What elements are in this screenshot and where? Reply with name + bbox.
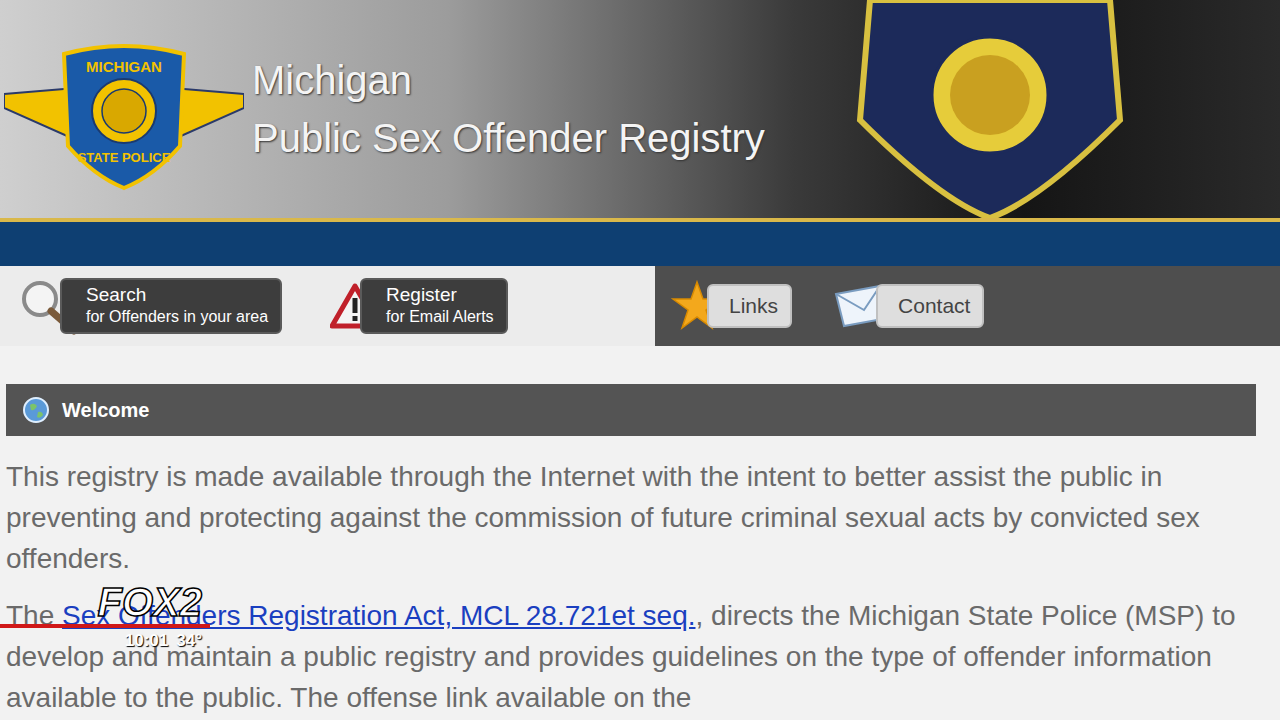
welcome-bar: Welcome [6, 384, 1256, 436]
page: MICHIGAN STATE POLICE MichiganPublic Sex O… [0, 0, 1280, 720]
blue-band [0, 222, 1280, 266]
svg-text:STATE POLICE: STATE POLICE [78, 150, 171, 165]
temperature: 34° [176, 628, 202, 654]
globe-icon [22, 396, 50, 424]
nav-button[interactable]: Searchfor Offenders in your area [16, 277, 282, 335]
badge-patch-icon [840, 0, 1140, 218]
intro-text: This registry is made available through … [6, 456, 1266, 579]
site-title: MichiganPublic Sex Offender Registry [252, 57, 765, 161]
header-photo [840, 0, 1140, 218]
state-police-logo-icon: MICHIGAN STATE POLICE [4, 36, 244, 191]
svg-text:MICHIGAN: MICHIGAN [86, 58, 162, 75]
nav-button[interactable]: Contact [832, 284, 984, 328]
nav-bar: Searchfor Offenders in your area Register… [0, 266, 1280, 346]
nav-button[interactable]: Links [671, 280, 792, 332]
header: MICHIGAN STATE POLICE MichiganPublic Sex O… [0, 0, 1280, 218]
clock: 10:01 [125, 628, 168, 654]
channel-bug: FOX2 [98, 580, 210, 624]
content: Welcome This registry is made available t… [0, 346, 1280, 718]
tv-overlay: FOX2 10:01 34° [0, 580, 210, 654]
nav-button[interactable]: Registerfor Email Alerts [330, 278, 508, 334]
